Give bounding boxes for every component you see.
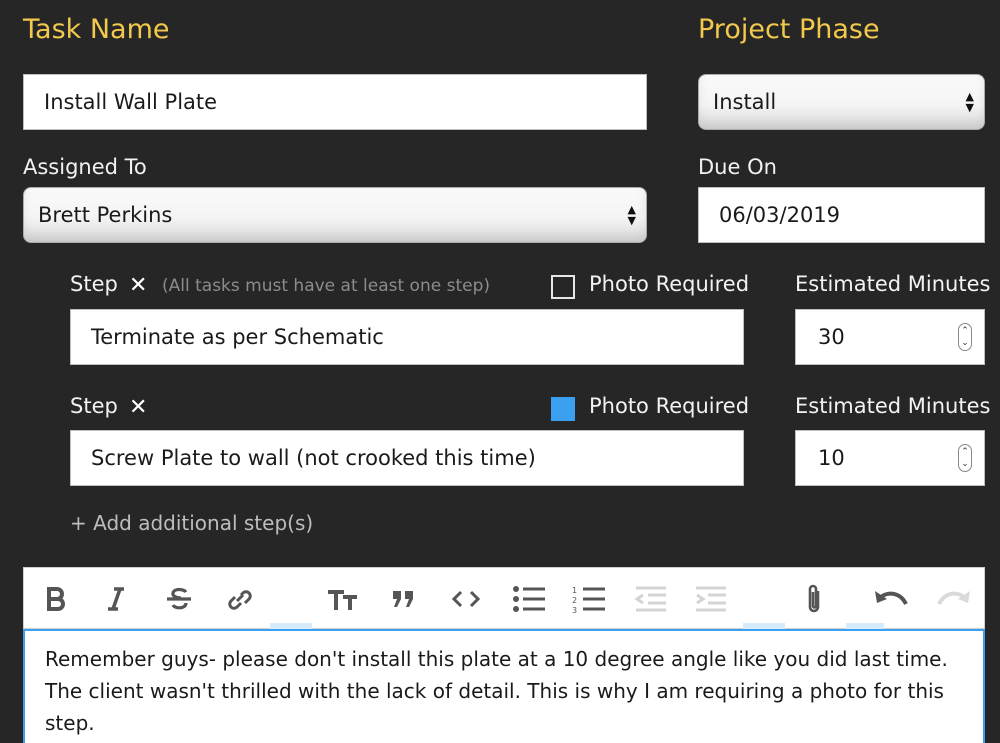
svg-text:1: 1: [572, 586, 577, 595]
select-arrows-icon: ▲ ▼: [627, 203, 636, 227]
step-label: Step: [70, 272, 118, 296]
link-icon[interactable]: [217, 568, 261, 630]
step-label: Step: [70, 394, 118, 418]
notes-editor[interactable]: Remember guys- please don't install this…: [23, 629, 985, 743]
indent-icon[interactable]: [689, 568, 733, 630]
assigned-to-label: Assigned To: [23, 155, 147, 179]
numbered-list-icon[interactable]: 123: [567, 568, 611, 630]
text-size-icon[interactable]: [321, 568, 365, 630]
step-hint: (All tasks must have at least one step): [162, 276, 490, 296]
bold-icon[interactable]: [34, 568, 78, 630]
step-input[interactable]: Screw Plate to wall (not crooked this ti…: [70, 430, 744, 486]
project-phase-heading: Project Phase: [698, 14, 880, 45]
task-name-input[interactable]: Install Wall Plate: [23, 74, 647, 130]
redo-icon[interactable]: [932, 568, 976, 630]
estimated-minutes-label: Estimated Minutes: [795, 272, 991, 296]
estimated-minutes-value: 10: [818, 446, 845, 470]
photo-required-checkbox-checked[interactable]: [551, 397, 575, 421]
editor-toolbar: 123: [23, 567, 985, 629]
add-step-link[interactable]: + Add additional step(s): [70, 511, 313, 535]
task-name-heading: Task Name: [23, 14, 170, 45]
photo-required-checkbox[interactable]: [551, 275, 575, 299]
svg-text:2: 2: [572, 596, 577, 605]
project-phase-select[interactable]: Install ▲ ▼: [698, 74, 985, 130]
outdent-icon[interactable]: [629, 568, 673, 630]
strikethrough-icon[interactable]: [157, 568, 201, 630]
step-input[interactable]: Terminate as per Schematic: [70, 309, 744, 365]
assigned-to-value: Brett Perkins: [38, 203, 173, 227]
quote-icon[interactable]: [381, 568, 425, 630]
italic-icon[interactable]: [94, 568, 138, 630]
remove-step-icon[interactable]: ✕: [129, 273, 147, 298]
notes-text: Remember guys- please don't install this…: [45, 647, 948, 735]
undo-icon[interactable]: [869, 568, 913, 630]
stepper-icon[interactable]: ⌃ ⌄: [958, 323, 972, 351]
estimated-minutes-input[interactable]: 30 ⌃ ⌄: [795, 309, 985, 365]
svg-text:3: 3: [572, 606, 577, 613]
stepper-icon[interactable]: ⌃ ⌄: [958, 444, 972, 472]
select-arrows-icon: ▲ ▼: [965, 90, 974, 114]
attachment-icon[interactable]: [792, 568, 836, 630]
bullet-list-icon[interactable]: [507, 568, 551, 630]
estimated-minutes-input[interactable]: 10 ⌃ ⌄: [795, 430, 985, 486]
remove-step-icon[interactable]: ✕: [129, 395, 147, 420]
photo-required-label: Photo Required: [589, 394, 750, 418]
estimated-minutes-label: Estimated Minutes: [795, 394, 991, 418]
code-icon[interactable]: [444, 568, 488, 630]
photo-required-label: Photo Required: [589, 272, 750, 296]
due-on-input[interactable]: 06/03/2019: [698, 187, 985, 243]
due-on-label: Due On: [698, 155, 777, 179]
estimated-minutes-value: 30: [818, 325, 845, 349]
project-phase-value: Install: [713, 90, 777, 114]
assigned-to-select[interactable]: Brett Perkins ▲ ▼: [23, 187, 647, 243]
